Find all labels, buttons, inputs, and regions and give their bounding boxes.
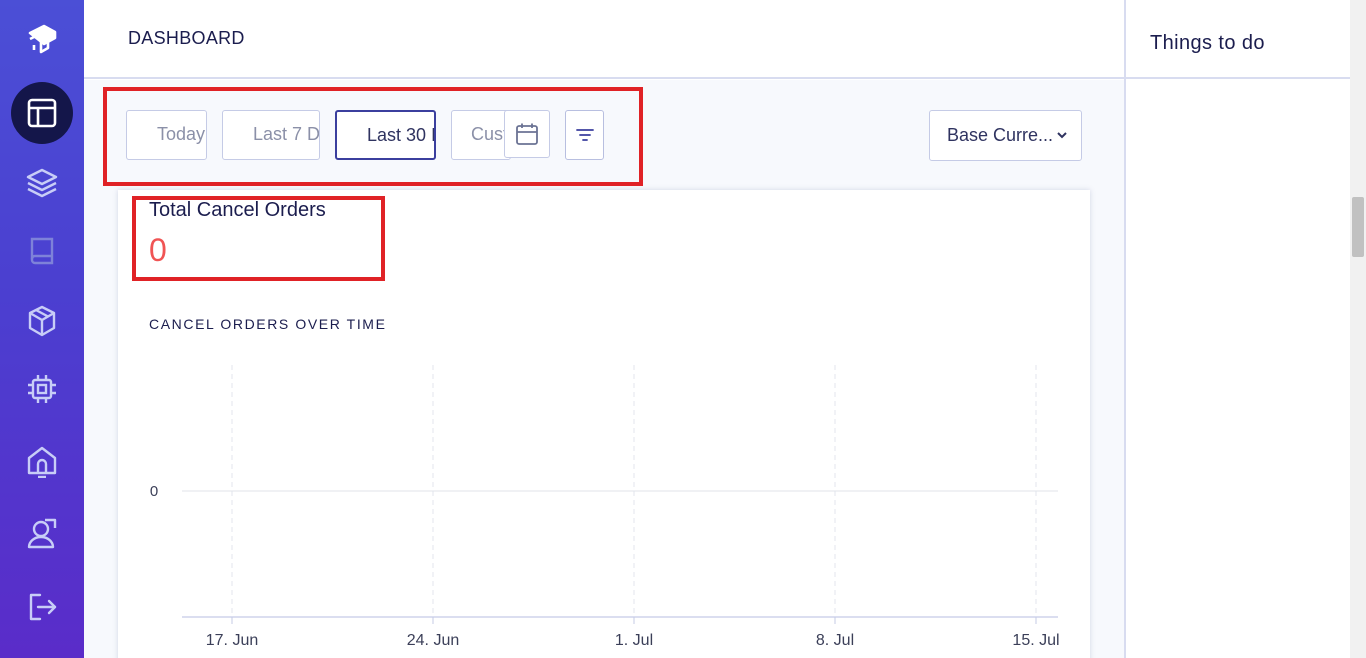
cancel-orders-chart: 17. Jun 24. Jun 1. Jul 8. Jul 15. Jul 0 — [150, 365, 1060, 649]
x-tick-label: 1. Jul — [615, 632, 653, 649]
currency-select-value: Base Curre... — [947, 125, 1054, 145]
x-tick-label: 15. Jul — [1012, 632, 1059, 649]
filter-today-button[interactable]: Today — [126, 110, 207, 160]
filter-last30-button[interactable]: Last 30 I — [335, 110, 436, 160]
filter-options-button[interactable] — [565, 110, 604, 160]
page-title: DASHBOARD — [128, 28, 245, 48]
main-content: Today Last 7 D Last 30 I Cust Base Curre… — [84, 80, 1124, 658]
box-icon — [28, 305, 56, 337]
sidebar-item-dashboard[interactable] — [11, 82, 73, 144]
logout-icon — [29, 593, 57, 621]
filter-icon — [575, 129, 594, 141]
x-tick-label: 24. Jun — [407, 632, 459, 649]
things-to-do-header: Things to do — [1126, 0, 1352, 79]
y-tick-label: 0 — [150, 483, 158, 500]
logo-icon[interactable] — [11, 8, 73, 70]
sidebar-item-chip[interactable] — [11, 358, 73, 420]
topbar: DASHBOARD — [84, 0, 1124, 79]
currency-select[interactable]: Base Curre... — [929, 110, 1082, 161]
total-cancel-orders-value: 0 — [149, 232, 167, 268]
filter-last7-button[interactable]: Last 7 D — [222, 110, 320, 160]
things-to-do-panel: Things to do — [1124, 0, 1352, 658]
sidebar-item-layers[interactable] — [11, 152, 73, 214]
things-to-do-title: Things to do — [1150, 32, 1265, 54]
chip-icon — [28, 375, 56, 403]
date-filter-bar: Today Last 7 D Last 30 I Cust Base Curre… — [84, 80, 1124, 190]
book-icon — [30, 237, 54, 265]
sidebar-item-logout[interactable] — [11, 576, 73, 638]
filter-custom-button[interactable]: Cust — [451, 110, 511, 160]
x-tick-label: 17. Jun — [206, 632, 258, 649]
x-tick-label: 8. Jul — [816, 632, 854, 649]
calendar-icon — [516, 123, 538, 145]
sidebar-item-box[interactable] — [11, 290, 73, 352]
sidebar — [0, 0, 84, 658]
scrollbar[interactable] — [1350, 0, 1366, 658]
sidebar-item-users[interactable] — [11, 502, 73, 564]
dashboard-icon — [27, 98, 57, 128]
user-tag-icon — [27, 518, 57, 549]
sidebar-item-book[interactable] — [11, 220, 73, 282]
layers-icon — [26, 168, 58, 198]
chart-title: CANCEL ORDERS OVER TIME — [149, 316, 387, 332]
calendar-button[interactable] — [504, 110, 550, 158]
cancel-orders-card: Total Cancel Orders 0 CANCEL ORDERS OVER… — [118, 190, 1090, 658]
chevron-down-icon — [1057, 132, 1067, 139]
sidebar-item-home[interactable] — [11, 430, 73, 492]
total-cancel-orders-label: Total Cancel Orders — [149, 199, 326, 221]
home-icon — [27, 446, 57, 478]
scrollbar-thumb[interactable] — [1352, 197, 1364, 257]
